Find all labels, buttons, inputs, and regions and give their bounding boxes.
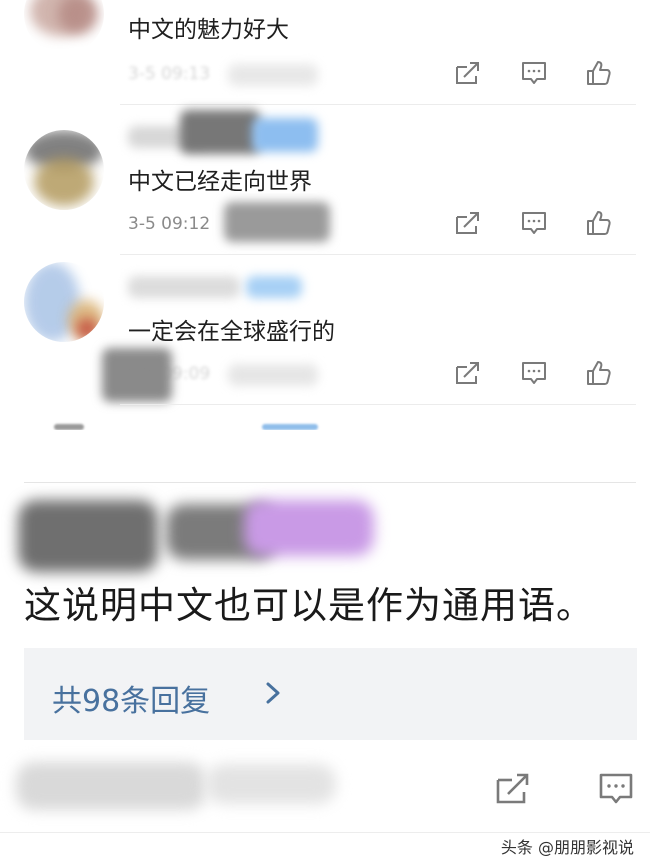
watermark: 头条 @朋朋影视说 — [500, 838, 634, 857]
badge-blur — [244, 500, 374, 556]
comment-text: 一定会在全球盛行的 — [128, 319, 335, 345]
comment-time: 3-5 09:13 — [128, 64, 211, 84]
divider — [120, 254, 636, 255]
reply-summary-button[interactable]: 共98条回复 — [24, 648, 637, 740]
username-blur — [128, 276, 240, 298]
location-blur — [228, 364, 318, 386]
comment-time: 3-5 09:12 — [128, 214, 211, 234]
avatar[interactable] — [24, 130, 104, 210]
location-blur — [228, 64, 318, 86]
share-icon[interactable] — [452, 358, 482, 388]
share-icon[interactable] — [452, 208, 482, 238]
meta-blur — [206, 764, 336, 804]
post-text: 这说明中文也可以是作为通用语。 — [24, 584, 594, 627]
meta-blur — [16, 762, 206, 810]
thumbs-up-icon[interactable] — [584, 358, 614, 388]
badge-blur — [246, 276, 302, 298]
comment-time: 3-5 09:09 — [128, 364, 211, 384]
comment-text: 中文已经走向世界 — [128, 169, 312, 195]
comment-icon[interactable] — [519, 58, 549, 88]
share-icon[interactable] — [452, 58, 482, 88]
divider — [120, 104, 636, 105]
avatar-blur — [18, 500, 158, 572]
comment-icon[interactable] — [519, 358, 549, 388]
thumbs-up-icon[interactable] — [584, 208, 614, 238]
comment-icon[interactable] — [519, 208, 549, 238]
divider — [120, 404, 636, 405]
reply-count-label: 共98条回复 — [52, 684, 211, 719]
thumbs-up-icon[interactable] — [584, 58, 614, 88]
username-blur — [180, 110, 260, 154]
comment-list: 中文的魅力好大 3-5 09:13 中文已经走向世界 3-5 09:12 一定会… — [0, 0, 650, 430]
badge-blur — [252, 118, 318, 152]
share-icon[interactable] — [492, 768, 532, 808]
divider — [24, 482, 636, 483]
avatar-edge — [54, 424, 84, 430]
avatar[interactable] — [24, 0, 104, 54]
badge-edge — [262, 424, 318, 430]
divider — [0, 832, 650, 833]
chevron-right-icon — [260, 678, 286, 708]
comment-text: 中文的魅力好大 — [128, 17, 289, 43]
comment-icon[interactable] — [596, 768, 636, 808]
avatar[interactable] — [24, 262, 104, 342]
location-blur — [224, 202, 330, 242]
